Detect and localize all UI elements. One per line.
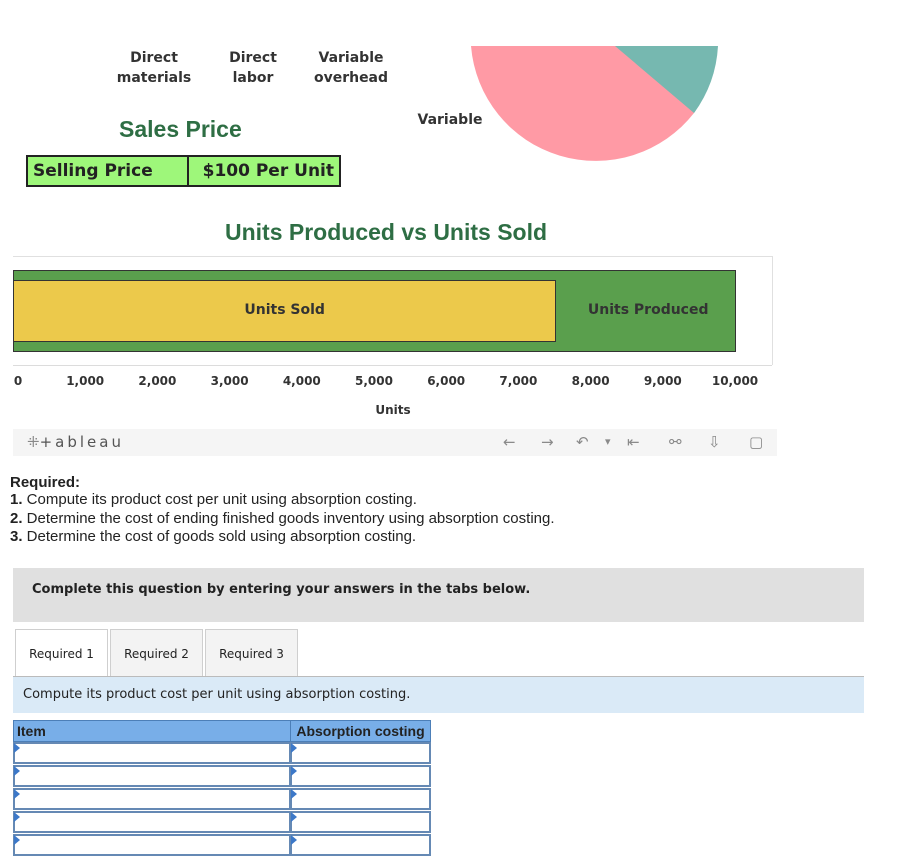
- tab-required-3[interactable]: Required 3: [205, 629, 298, 676]
- selling-price-value: $100 Per Unit: [202, 161, 334, 181]
- x-tick-label: 1,000: [66, 374, 105, 388]
- cell-marker-icon: [291, 743, 297, 753]
- share-icon[interactable]: ⚯: [669, 432, 682, 452]
- required-item-3-number: 3.: [10, 528, 23, 545]
- cost-pie-chart: [471, 46, 718, 161]
- x-tick-label: 4,000: [282, 374, 321, 388]
- tableau-logo-text: +ableau: [39, 433, 124, 451]
- x-tick-label: 6,000: [427, 374, 466, 388]
- table-header-item: Item: [13, 720, 291, 742]
- required-item-1-text: Compute its product cost per unit using …: [22, 491, 417, 508]
- table-cell-item[interactable]: [13, 811, 291, 833]
- cell-marker-icon: [14, 812, 20, 822]
- x-tick-label: 8,000: [571, 374, 610, 388]
- redo-icon[interactable]: →: [541, 432, 554, 452]
- selling-price-label: Selling Price: [33, 161, 153, 181]
- cell-marker-icon: [291, 835, 297, 845]
- legend-variable-overhead: Variable overhead: [313, 50, 389, 86]
- prompt-bar: Compute its product cost per unit using …: [13, 677, 864, 713]
- table-cell-absorption-costing[interactable]: [290, 788, 431, 810]
- undo-icon[interactable]: ←: [503, 432, 516, 452]
- x-axis-title: Units: [375, 403, 411, 417]
- fullscreen-icon[interactable]: ▢: [749, 432, 763, 452]
- required-item-3-text: Determine the cost of goods sold using a…: [22, 528, 417, 545]
- required-heading: Required:: [10, 474, 81, 491]
- chart-title: Units Produced vs Units Sold: [225, 219, 548, 245]
- table-cell-absorption-costing[interactable]: [290, 811, 431, 833]
- required-item-1: 1. Compute its product cost per unit usi…: [10, 491, 417, 508]
- tableau-toolbar: ⁜+ableau ← → ↶ ▾ ⇤ ⚯ ⇩ ▢: [13, 429, 777, 456]
- bar-label-units-produced: Units Produced: [587, 302, 709, 318]
- instruction-box: Complete this question by entering your …: [13, 568, 864, 622]
- bar-label-units-sold: Units Sold: [244, 302, 325, 318]
- table-cell-item[interactable]: [13, 742, 291, 764]
- x-tick-label: 5,000: [355, 374, 393, 388]
- required-item-2: 2. Determine the cost of ending finished…: [10, 510, 555, 527]
- dropdown-icon[interactable]: ▾: [605, 432, 611, 452]
- selling-price-value-cell: $100 Per Unit: [187, 155, 341, 187]
- reset-icon[interactable]: ⇤: [627, 432, 640, 452]
- x-tick-label: 7,000: [499, 374, 538, 388]
- table-cell-absorption-costing[interactable]: [290, 742, 431, 764]
- sales-price-title: Sales Price: [119, 116, 242, 142]
- required-item-1-number: 1.: [10, 491, 23, 508]
- prompt-text: Compute its product cost per unit using …: [23, 687, 411, 702]
- x-tick-label: 10,000: [711, 374, 759, 388]
- cell-marker-icon: [14, 835, 20, 845]
- cell-marker-icon: [14, 789, 20, 799]
- x-tick-label: 3,000: [210, 374, 249, 388]
- required-item-2-text: Determine the cost of ending finished go…: [22, 510, 555, 527]
- instruction-text: Complete this question by entering your …: [32, 582, 531, 597]
- required-item-3: 3. Determine the cost of goods sold usin…: [10, 528, 416, 545]
- selling-price-label-cell: Selling Price: [26, 155, 189, 187]
- x-tick-label: 9,000: [643, 374, 682, 388]
- tab-required-2[interactable]: Required 2: [110, 629, 203, 676]
- legend-direct-labor: Direct labor: [229, 50, 277, 86]
- tableau-cross-icon: ⁜: [27, 433, 40, 451]
- cell-marker-icon: [291, 789, 297, 799]
- cell-marker-icon: [291, 766, 297, 776]
- cell-marker-icon: [14, 766, 20, 776]
- cell-marker-icon: [291, 812, 297, 822]
- revert-icon[interactable]: ↶: [576, 432, 589, 452]
- table-cell-absorption-costing[interactable]: [290, 834, 431, 856]
- table-header-absorption-costing: Absorption costing: [290, 720, 431, 742]
- cell-marker-icon: [14, 743, 20, 753]
- legend-direct-materials: Direct materials: [116, 50, 192, 86]
- table-cell-absorption-costing[interactable]: [290, 765, 431, 787]
- table-cell-item[interactable]: [13, 765, 291, 787]
- x-tick-label: 2,000: [138, 374, 177, 388]
- x-tick-label: 0: [13, 374, 23, 388]
- tableau-logo: ⁜+ableau: [27, 433, 124, 451]
- pie-label-variable: Variable: [417, 112, 483, 128]
- table-cell-item[interactable]: [13, 788, 291, 810]
- tab-required-1[interactable]: Required 1: [15, 629, 108, 676]
- download-icon[interactable]: ⇩: [708, 432, 721, 452]
- table-cell-item[interactable]: [13, 834, 291, 856]
- required-item-2-number: 2.: [10, 510, 23, 527]
- x-axis-line: [13, 365, 772, 366]
